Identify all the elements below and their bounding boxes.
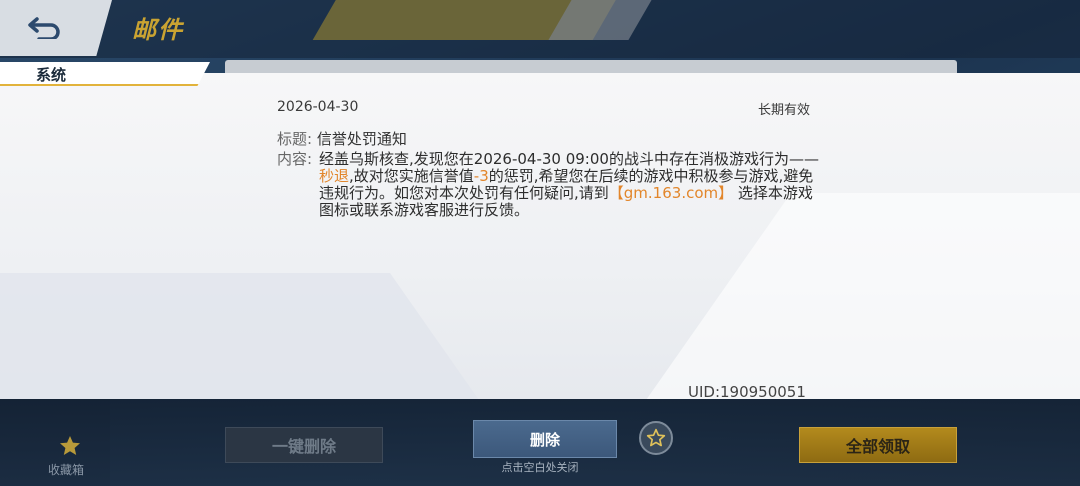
category-tab-system[interactable]: 系统 [0,62,210,86]
panel-decor [608,193,1080,399]
favorite-mail-button[interactable] [639,421,673,455]
claim-all-button[interactable]: 全部领取 [799,427,957,463]
gm-link[interactable]: 【gm.163.com】 [609,184,733,202]
subject-text: 信誉处罚通知 [316,130,407,148]
subject-label: 标题: [277,130,313,148]
content-highlight: 秒退 [319,167,350,185]
favorites-label: 收藏箱 [48,463,85,477]
one-key-delete-button[interactable]: 一键删除 [225,427,383,463]
back-button[interactable] [0,0,112,56]
content-text: ,故对您实施信誉值 [349,167,474,185]
category-label: 系统 [36,66,67,84]
mail-date: 2026-04-30 [277,99,359,115]
panel-decor [0,273,531,399]
star-outline-icon [646,428,666,447]
mail-validity: 长期有效 [757,103,810,118]
delete-button[interactable]: 删除 [473,420,617,458]
page-title: 邮件 [132,16,184,44]
content-text: 经盖乌斯核查,发现您在2026-04-30 09:00的战斗中存在消极游戏行为—… [319,150,819,168]
content-label: 内容: [277,150,313,168]
star-icon [60,436,80,455]
back-arrow-icon [28,17,60,39]
close-hint: 点击空白处关闭 [501,461,579,474]
mail-content: 内容: 经盖乌斯核查,发现您在2026-04-30 09:00的战斗中存在消极游… [277,151,822,219]
mail-subject: 标题: 信誉处罚通知 [277,128,407,149]
uid-text: UID:190950051 [688,383,806,399]
mail-detail-panel: 2026-04-30 长期有效 标题: 信誉处罚通知 内容: 经盖乌斯核查,发现… [0,73,1080,399]
favorites-button[interactable] [40,434,100,462]
content-highlight: -3 [473,167,489,185]
content-body: 经盖乌斯核查,发现您在2026-04-30 09:00的战斗中存在消极游戏行为—… [277,151,822,219]
